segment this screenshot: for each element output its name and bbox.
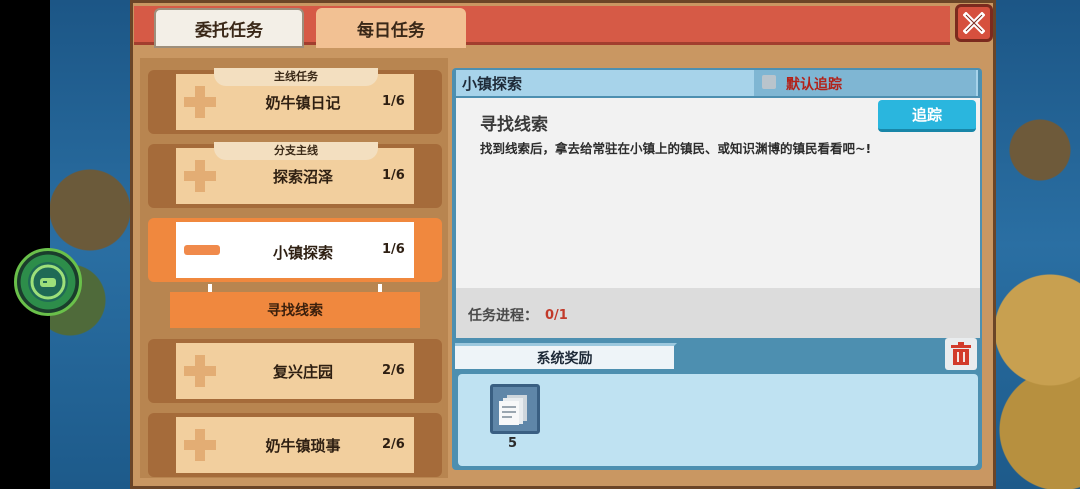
- task-title: 寻找线索: [480, 115, 548, 135]
- close-button[interactable]: [955, 4, 993, 42]
- quest-category-tag: 主线任务: [214, 68, 378, 86]
- default-track-checkbox[interactable]: [762, 75, 776, 89]
- abandon-quest-button[interactable]: [945, 338, 977, 370]
- subquest-find-clues[interactable]: 寻找线索: [170, 292, 420, 328]
- task-description: 找到线索后，拿去给常驻在小镇上的镇民、或知识渊博的镇民看看吧~!: [480, 141, 872, 156]
- quest-category-tag: 分支主线: [214, 142, 378, 160]
- expand-plus-icon: [184, 86, 216, 118]
- task-progress-label: 任务进程：: [468, 308, 538, 324]
- expand-plus-icon: [184, 355, 216, 387]
- tab-daily-quests[interactable]: 每日任务: [316, 8, 466, 48]
- reward-item-count: 5: [508, 436, 518, 451]
- track-button[interactable]: 追踪: [878, 100, 976, 132]
- task-progress-value: 0/1: [545, 308, 568, 323]
- quest-name: 小镇探索: [272, 244, 333, 262]
- tab-commission-quests[interactable]: 委托任务: [154, 8, 304, 48]
- reward-item-slot[interactable]: [490, 384, 540, 434]
- screen-bezel: [0, 0, 50, 489]
- expand-plus-icon: [184, 160, 216, 192]
- quest-item-cow-town-diary[interactable]: 主线任务 奶牛镇日记 1/6: [148, 68, 442, 134]
- document-stack-icon: [499, 395, 527, 425]
- quest-item-explore-swamp[interactable]: 分支主线 探索沼泽 1/6: [148, 142, 442, 208]
- collapse-minus-icon: [184, 245, 220, 255]
- quest-name: 奶牛镇琐事: [265, 437, 341, 455]
- default-track-label: 默认追踪: [786, 77, 842, 93]
- quest-name: 奶牛镇日记: [265, 94, 341, 112]
- detail-header-title: 小镇探索: [462, 75, 523, 93]
- gamepad-icon: [30, 264, 66, 300]
- quest-progress: 1/6: [382, 94, 405, 109]
- trash-icon: [951, 342, 971, 365]
- quest-name: 复兴庄园: [272, 363, 333, 381]
- quest-progress: 1/6: [382, 242, 405, 257]
- close-icon: [963, 12, 985, 34]
- gamepad-overlay-button[interactable]: [14, 248, 82, 316]
- quest-item-town-exploration[interactable]: 小镇探索 1/6: [148, 218, 442, 282]
- expand-plus-icon: [184, 429, 216, 461]
- quest-name: 探索沼泽: [272, 168, 333, 186]
- quest-progress: 2/6: [382, 363, 405, 378]
- quest-item-revive-manor[interactable]: 复兴庄园 2/6: [148, 339, 442, 403]
- quest-item-cow-town-chores[interactable]: 奶牛镇琐事 2/6: [148, 413, 442, 477]
- tab-system-rewards[interactable]: 系统奖励: [455, 343, 677, 369]
- quest-progress: 2/6: [382, 437, 405, 452]
- quest-progress: 1/6: [382, 168, 405, 183]
